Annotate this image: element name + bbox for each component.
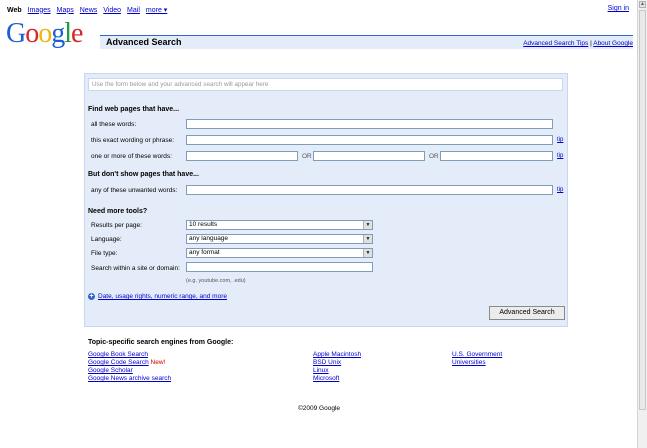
top-navigation: Web Images Maps News Video Mail more ▾: [7, 5, 167, 15]
nav-images[interactable]: Images: [28, 7, 51, 14]
topic-column-2: Apple Macintosh BSD Unix Linux Microsoft: [313, 351, 361, 383]
nav-maps[interactable]: Maps: [57, 7, 74, 14]
nav-mail[interactable]: Mail: [127, 7, 140, 14]
page-title: Advanced Search: [106, 37, 182, 47]
scroll-up-icon[interactable]: ▲: [639, 1, 646, 8]
nav-video[interactable]: Video: [103, 7, 121, 14]
apple-macintosh-link[interactable]: Apple Macintosh: [313, 351, 361, 358]
nav-news[interactable]: News: [80, 7, 98, 14]
nav-more[interactable]: more ▾: [146, 6, 167, 14]
site-domain-input[interactable]: [186, 262, 373, 272]
header-separator: |: [590, 40, 592, 47]
scholar-link[interactable]: Google Scholar: [88, 367, 133, 374]
file-type-label: File type:: [91, 250, 118, 257]
topic-engines-title: Topic-specific search engines from Googl…: [88, 339, 234, 346]
dropdown-arrow-icon[interactable]: ▼: [363, 221, 372, 229]
bsd-unix-link[interactable]: BSD Unix: [313, 359, 341, 366]
scrollbar-thumb[interactable]: [639, 10, 646, 410]
results-per-page-select[interactable]: 10 results ▼: [186, 220, 373, 230]
topic-column-3: U.S. Government Universities: [452, 351, 502, 367]
plus-icon[interactable]: +: [88, 293, 95, 300]
universities-link[interactable]: Universities: [452, 359, 486, 366]
all-words-label: all these words:: [91, 121, 137, 128]
results-per-page-value: 10 results: [189, 221, 218, 228]
logo-letter: e: [71, 18, 83, 49]
dropdown-arrow-icon[interactable]: ▼: [363, 249, 372, 257]
google-logo[interactable]: Google: [6, 18, 83, 49]
site-domain-hint: (e.g. youtube.com, .edu): [186, 278, 246, 284]
dropdown-arrow-icon[interactable]: ▼: [363, 235, 372, 243]
header-links: Advanced Search Tips | About Google: [523, 40, 633, 47]
exact-phrase-label: this exact wording or phrase:: [91, 137, 175, 144]
query-preview-field: Use the form below and your advanced sea…: [88, 78, 563, 91]
new-badge: New!: [150, 359, 166, 366]
find-section-title: Find web pages that have...: [88, 106, 180, 113]
file-type-value: any format: [189, 249, 220, 256]
copyright-footer: ©2009 Google: [297, 405, 340, 412]
advanced-search-tips-link[interactable]: Advanced Search Tips: [523, 40, 588, 47]
any-words-input-3[interactable]: [440, 151, 553, 161]
any-words-input-2[interactable]: [313, 151, 425, 161]
file-type-select[interactable]: any format ▼: [186, 248, 373, 258]
logo-letter: l: [64, 18, 72, 49]
us-government-link[interactable]: U.S. Government: [452, 351, 502, 358]
topic-column-1: Google Book Search Google Code Search Ne…: [88, 351, 171, 383]
nav-web[interactable]: Web: [7, 7, 22, 14]
book-search-link[interactable]: Google Book Search: [88, 351, 148, 358]
any-words-input-1[interactable]: [186, 151, 298, 161]
any-words-tip-link[interactable]: tip: [557, 153, 563, 159]
exact-phrase-input[interactable]: [186, 135, 553, 145]
logo-letter: G: [6, 18, 26, 49]
news-archive-link[interactable]: Google News archive search: [88, 375, 171, 382]
language-select[interactable]: any language ▼: [186, 234, 373, 244]
tools-section-title: Need more tools?: [88, 208, 148, 215]
exclude-section-title: But don't show pages that have...: [88, 171, 199, 178]
or-label-1: OR: [302, 153, 312, 160]
unwanted-words-input[interactable]: [186, 185, 553, 195]
site-domain-label: Search within a site or domain:: [91, 265, 180, 272]
results-per-page-label: Results per page:: [91, 222, 142, 229]
language-value: any language: [189, 235, 229, 242]
all-words-input[interactable]: [186, 119, 553, 129]
unwanted-words-tip-link[interactable]: tip: [557, 187, 563, 193]
exact-phrase-tip-link[interactable]: tip: [557, 137, 563, 143]
linux-link[interactable]: Linux: [313, 367, 329, 374]
logo-letter: g: [51, 18, 65, 49]
logo-letter: o: [25, 18, 39, 49]
advanced-search-button[interactable]: Advanced Search: [489, 306, 565, 320]
logo-letter: o: [38, 18, 52, 49]
any-words-label: one or more of these words:: [91, 153, 172, 160]
microsoft-link[interactable]: Microsoft: [313, 375, 339, 382]
sign-in-link[interactable]: Sign in: [608, 5, 629, 12]
language-label: Language:: [91, 236, 122, 243]
about-google-link[interactable]: About Google: [593, 40, 633, 47]
more-options-toggle[interactable]: + Date, usage rights, numeric range, and…: [88, 293, 227, 300]
or-label-2: OR: [429, 153, 439, 160]
unwanted-words-label: any of these unwanted words:: [91, 187, 178, 194]
code-search-link[interactable]: Google Code Search: [88, 359, 149, 366]
more-options-link[interactable]: Date, usage rights, numeric range, and m…: [98, 293, 227, 300]
